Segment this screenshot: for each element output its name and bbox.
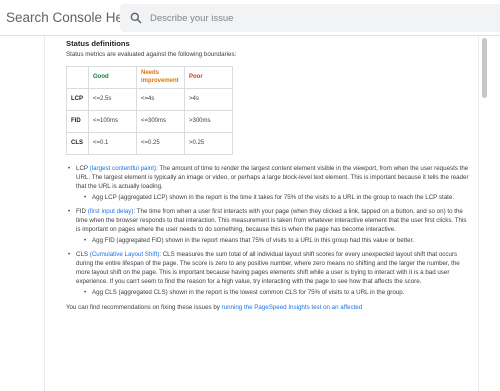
- cell-poor: >300ms: [184, 109, 233, 133]
- col-header-good: Good: [88, 65, 137, 89]
- lcp-link[interactable]: (largest contentful paint): [90, 165, 156, 172]
- cell-good: <=100ms: [88, 109, 137, 133]
- intro-text: Status metrics are evaluated against the…: [66, 51, 237, 58]
- footer-line: You can find recommendations on fixing t…: [66, 304, 472, 313]
- table-row: CLS <=0.1 <=0.25 >0.25: [66, 131, 233, 155]
- term-cls: CLS: [76, 250, 89, 258]
- cls-sub-item: Agg CLS (aggregated CLS) shown in the re…: [76, 289, 472, 298]
- search-box[interactable]: [120, 4, 500, 32]
- row-head-fid: FID: [66, 109, 89, 133]
- content-right-divider: [478, 36, 479, 391]
- fid-sub-item: Agg FID (aggregated FID) shown in the re…: [76, 237, 472, 246]
- col-header-needs-improvement: Needs improvement: [136, 65, 185, 89]
- sidebar-strip: [0, 36, 22, 391]
- cell-needs-improvement: <=300ms: [136, 109, 185, 133]
- table-row: FID <=100ms <=300ms >300ms: [66, 109, 233, 133]
- cell-poor: >0.25: [184, 131, 233, 155]
- fid-description: : The time from when a user first intera…: [76, 207, 467, 233]
- pagespeed-link[interactable]: running the PageSpeed Insights test on a…: [222, 304, 363, 311]
- cls-link[interactable]: (Cumulative Layout Shift): [90, 251, 159, 258]
- top-bar: Search Console Help: [0, 0, 500, 36]
- row-head-cls: CLS: [66, 131, 89, 155]
- section-title: Status definitions: [66, 39, 130, 48]
- cell-poor: >4s: [184, 87, 233, 111]
- content-left-divider: [44, 36, 45, 391]
- cell-good: <=0.1: [88, 131, 137, 155]
- table-corner: [66, 65, 89, 89]
- article-content: Status definitions Status metrics are ev…: [66, 38, 472, 313]
- definition-fid: FID (first input delay): The time from w…: [68, 208, 472, 246]
- col-header-poor: Poor: [184, 65, 233, 89]
- definitions-list: LCP (largest contentful paint): The amou…: [66, 165, 472, 298]
- footer-text: You can find recommendations on fixing t…: [66, 303, 222, 311]
- cell-needs-improvement: <=0.25: [136, 131, 185, 155]
- definition-cls: CLS (Cumulative Layout Shift): CLS measu…: [68, 251, 472, 298]
- row-head-lcp: LCP: [66, 87, 89, 111]
- search-input[interactable]: [150, 4, 480, 32]
- cell-needs-improvement: <=4s: [136, 87, 185, 111]
- term-lcp: LCP: [76, 164, 88, 172]
- fid-link[interactable]: (first input delay): [88, 208, 134, 215]
- table-row: LCP <=2.5s <=4s >4s: [66, 87, 233, 111]
- lcp-sub-item: Agg LCP (aggregated LCP) shown in the re…: [76, 194, 472, 203]
- status-table: Good Needs improvement Poor LCP <=2.5s <…: [66, 65, 233, 155]
- cell-good: <=2.5s: [88, 87, 137, 111]
- app-title[interactable]: Search Console Help: [6, 10, 134, 25]
- scrollbar-thumb[interactable]: [482, 38, 487, 98]
- term-fid: FID: [76, 207, 86, 215]
- definition-lcp: LCP (largest contentful paint): The amou…: [68, 165, 472, 203]
- search-icon[interactable]: [129, 11, 143, 25]
- table-header-row: Good Needs improvement Poor: [66, 65, 233, 89]
